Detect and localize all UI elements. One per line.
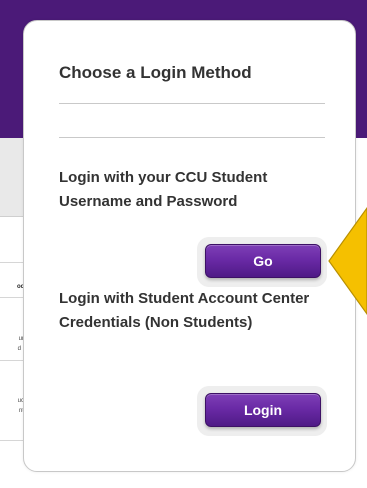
- login-button-container: Login: [197, 386, 327, 436]
- background-text-fragment: oc: [16, 284, 24, 290]
- card-title: Choose a Login Method: [59, 63, 252, 82]
- background-text-fragment: uc: [17, 398, 24, 404]
- background-text-fragment: ur: [18, 336, 24, 342]
- login-page: oc ur d i uc nt Choose a Login Method Lo…: [0, 0, 367, 488]
- yellow-arrow-callout-icon: [328, 206, 367, 316]
- go-button-container: Go: [197, 237, 327, 287]
- go-button[interactable]: Go: [205, 244, 321, 278]
- ccu-student-login-text: Login with your CCU Student Username and…: [59, 169, 268, 210]
- login-button[interactable]: Login: [205, 393, 321, 427]
- login-method-card: Choose a Login Method Login with your CC…: [23, 20, 356, 472]
- title-divider: [59, 103, 325, 104]
- section-divider: [59, 137, 325, 138]
- student-account-center-login-text: Login with Student Account Center Creden…: [59, 290, 310, 331]
- background-text-fragment: nt: [18, 408, 24, 414]
- background-text-fragment: d i: [17, 346, 24, 352]
